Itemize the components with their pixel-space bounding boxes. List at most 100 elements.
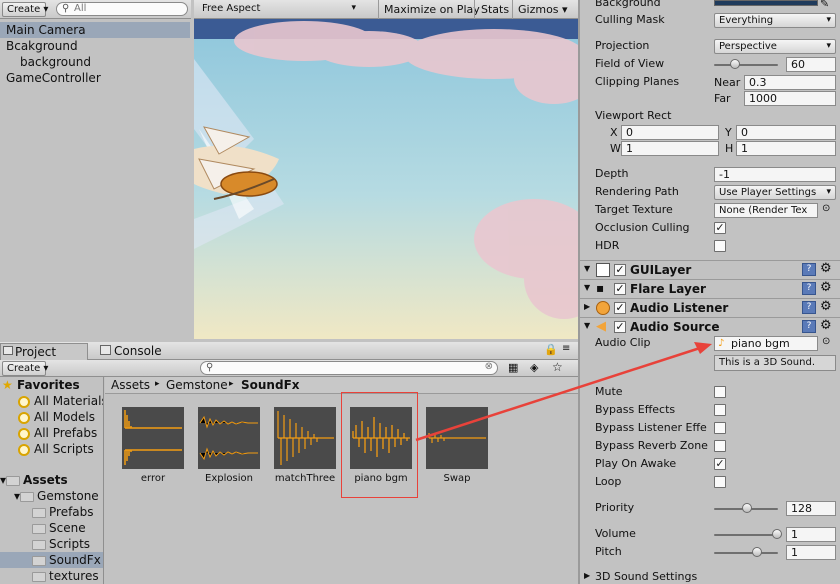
hierarchy-item-gamecontroller[interactable]: GameController <box>0 70 190 86</box>
fov-slider-track[interactable] <box>714 64 778 66</box>
projection-dropdown[interactable]: Perspective <box>714 39 836 54</box>
priority-field[interactable]: 128 <box>786 501 836 516</box>
folder-textures[interactable]: textures <box>32 568 99 584</box>
audio-listener-enabled-checkbox[interactable]: ✓ <box>614 302 626 314</box>
favorites-header[interactable]: ★ Favorites <box>2 377 80 393</box>
favorite-all-models[interactable]: All Models <box>18 409 95 425</box>
help-icon[interactable]: ? <box>802 320 816 333</box>
depth-field[interactable]: -1 <box>714 167 836 182</box>
viewport-w-field[interactable]: 1 <box>621 141 719 156</box>
folder-prefabs[interactable]: Prefabs <box>32 504 94 520</box>
bypass-effects-checkbox[interactable] <box>714 404 726 416</box>
help-icon[interactable]: ? <box>802 282 816 295</box>
lock-icon[interactable]: 🔒 <box>544 343 558 356</box>
object-picker-icon[interactable]: ⊙ <box>822 203 830 214</box>
bypass-reverb-checkbox[interactable] <box>714 440 726 452</box>
tab-project[interactable]: Project <box>0 343 88 360</box>
fov-slider-thumb[interactable] <box>730 59 740 69</box>
help-icon[interactable]: ? <box>802 263 816 276</box>
priority-slider-thumb[interactable] <box>742 503 752 513</box>
tab-console[interactable]: Console <box>98 343 198 360</box>
hierarchy-item-main-camera[interactable]: Main Camera <box>0 22 190 38</box>
breadcrumb-soundfx[interactable]: SoundFx <box>241 378 300 392</box>
viewport-y-field[interactable]: 0 <box>736 125 836 140</box>
flare-layer-enabled-checkbox[interactable]: ✓ <box>614 283 626 295</box>
viewport-x-field[interactable]: 0 <box>621 125 719 140</box>
hierarchy-create-button[interactable]: Create ▾ <box>2 2 48 17</box>
pitch-slider-thumb[interactable] <box>752 547 762 557</box>
folder-scene[interactable]: Scene <box>32 520 86 536</box>
folder-gemstone[interactable]: ▾ Gemstone <box>14 488 99 504</box>
asset-tile-matchthree[interactable] <box>274 407 336 469</box>
asset-tile-error[interactable] <box>122 407 184 469</box>
component-audio-listener[interactable]: ▶ ✓ Audio Listener ? ⚙ <box>580 298 840 317</box>
foldout-arrow-icon[interactable]: ▼ <box>584 283 590 292</box>
far-field[interactable]: 1000 <box>744 91 836 106</box>
project-create-button[interactable]: Create ▾ <box>2 361 48 376</box>
3d-sound-settings-foldout[interactable]: 3D Sound Settings <box>595 570 697 583</box>
hierarchy-item-background[interactable]: background <box>0 54 190 70</box>
search-clear-icon[interactable]: ⊗ <box>485 361 493 372</box>
asset-tile-explosion[interactable] <box>198 407 260 469</box>
fov-label: Field of View <box>595 57 665 70</box>
folder-scripts[interactable]: Scripts <box>32 536 90 552</box>
hierarchy-search-input[interactable]: ⚲ All <box>56 2 188 16</box>
bypass-listener-checkbox[interactable] <box>714 422 726 434</box>
asset-tile-swap[interactable] <box>426 407 488 469</box>
volume-slider-thumb[interactable] <box>772 529 782 539</box>
gear-icon[interactable]: ⚙ <box>820 261 832 276</box>
hierarchy-item-bcakground[interactable]: Bcakground <box>0 38 190 54</box>
hdr-checkbox[interactable] <box>714 240 726 252</box>
mute-checkbox[interactable] <box>714 386 726 398</box>
favorite-all-materials[interactable]: All Materials <box>18 393 103 409</box>
pitch-field[interactable]: 1 <box>786 545 836 560</box>
foldout-arrow-icon[interactable]: ▼ <box>584 264 590 273</box>
loop-checkbox[interactable] <box>714 476 726 488</box>
rendering-path-dropdown[interactable]: Use Player Settings <box>714 185 836 200</box>
play-on-awake-checkbox[interactable]: ✓ <box>714 458 726 470</box>
occlusion-culling-checkbox[interactable]: ✓ <box>714 222 726 234</box>
maximize-on-play-toggle[interactable]: Maximize on Play <box>384 3 480 16</box>
fov-field[interactable]: 60 <box>786 57 836 72</box>
favorite-star-icon[interactable]: ☆ <box>552 360 563 374</box>
breadcrumb-assets[interactable]: Assets <box>111 378 150 392</box>
foldout-arrow-icon[interactable]: ▶ <box>584 302 590 311</box>
audio-source-enabled-checkbox[interactable]: ✓ <box>614 321 626 333</box>
object-picker-icon[interactable]: ⊙ <box>822 336 830 347</box>
component-audio-source[interactable]: ▼ ◀ ✓ Audio Source ? ⚙ <box>580 317 840 336</box>
assets-folder[interactable]: ▾ Assets <box>0 472 68 488</box>
component-flare-layer[interactable]: ▼ ▪ ✓ Flare Layer ? ⚙ <box>580 279 840 298</box>
favorite-all-scripts[interactable]: All Scripts <box>18 441 94 457</box>
volume-slider-track[interactable] <box>714 534 778 536</box>
favorite-all-prefabs[interactable]: All Prefabs <box>18 425 97 441</box>
foldout-arrow-icon[interactable]: ▶ <box>584 571 590 580</box>
eyedropper-icon[interactable]: ✎ <box>820 0 829 10</box>
filter-type-icon[interactable]: ▦ <box>508 361 518 374</box>
panel-menu-icon[interactable]: ≡ <box>562 343 570 354</box>
volume-label: Volume <box>595 527 636 540</box>
game-viewport[interactable] <box>194 19 578 339</box>
filter-label-icon[interactable]: ◈ <box>530 361 538 374</box>
asset-tile-piano-bgm[interactable] <box>350 407 412 469</box>
audio-clip-field[interactable]: ♪ piano bgm <box>714 336 818 351</box>
pitch-slider-track[interactable] <box>714 552 778 554</box>
breadcrumb-gemstone[interactable]: Gemstone <box>166 378 228 392</box>
aspect-dropdown[interactable]: Free Aspect <box>198 2 360 17</box>
component-guilayer[interactable]: ▼ ✓ GUILayer ? ⚙ <box>580 260 840 279</box>
target-texture-field[interactable]: None (Render Tex <box>714 203 818 218</box>
volume-field[interactable]: 1 <box>786 527 836 542</box>
background-color-swatch[interactable] <box>714 0 818 6</box>
stats-toggle[interactable]: Stats <box>481 3 509 16</box>
culling-mask-dropdown[interactable]: Everything <box>714 13 836 28</box>
guilayer-enabled-checkbox[interactable]: ✓ <box>614 264 626 276</box>
foldout-arrow-icon[interactable]: ▼ <box>584 321 590 330</box>
near-field[interactable]: 0.3 <box>744 75 836 90</box>
help-icon[interactable]: ? <box>802 301 816 314</box>
gear-icon[interactable]: ⚙ <box>820 299 832 314</box>
project-search-input[interactable]: ⚲ ⊗ <box>200 361 498 375</box>
gear-icon[interactable]: ⚙ <box>820 280 832 295</box>
folder-soundfx[interactable]: SoundFx <box>0 552 103 568</box>
viewport-h-field[interactable]: 1 <box>736 141 836 156</box>
gear-icon[interactable]: ⚙ <box>820 318 832 333</box>
gizmos-dropdown[interactable]: Gizmos ▾ <box>518 3 574 16</box>
